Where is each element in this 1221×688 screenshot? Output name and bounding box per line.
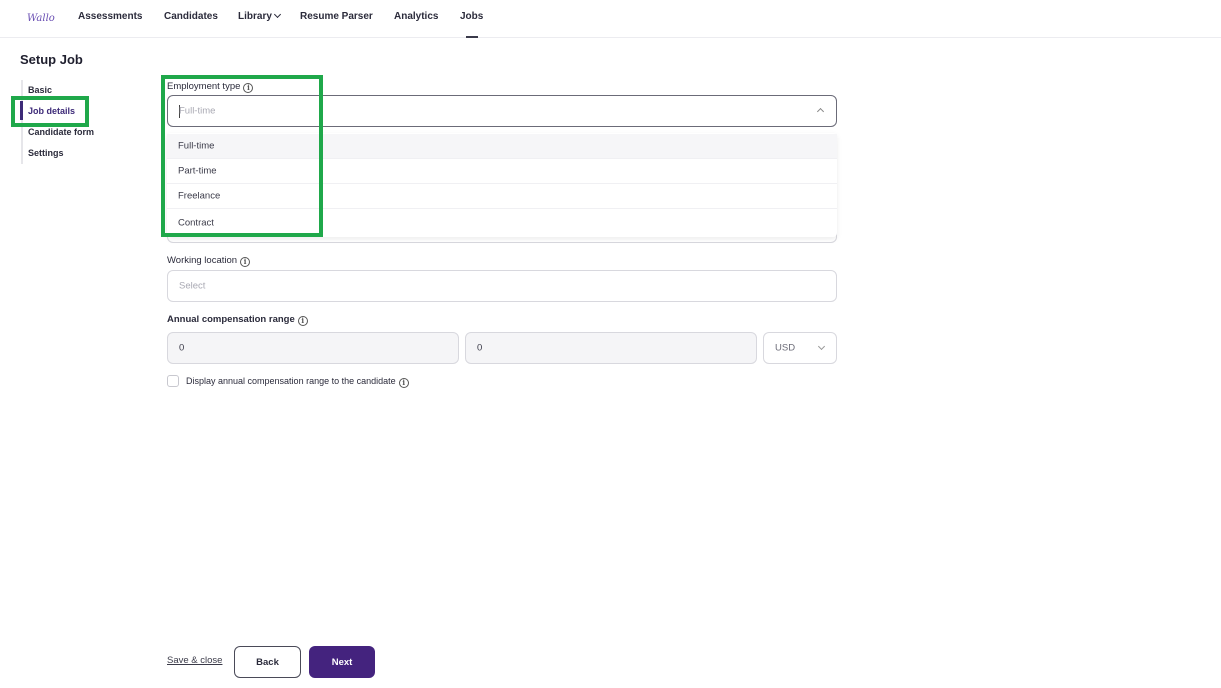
- compensation-label-text: Annual compensation range: [167, 314, 295, 325]
- nav-resume-parser[interactable]: Resume Parser: [300, 11, 373, 22]
- display-compensation-checkbox[interactable]: [167, 375, 179, 387]
- chevron-up-icon: [816, 107, 825, 116]
- employment-type-dropdown: Full-time Part-time Freelance Contract: [167, 133, 837, 237]
- nav-active-indicator: [466, 36, 478, 38]
- dropdown-option-contract[interactable]: Contract: [167, 210, 837, 235]
- nav-candidates[interactable]: Candidates: [164, 11, 218, 22]
- currency-value: USD: [775, 342, 796, 354]
- step-job-details[interactable]: Job details: [28, 106, 75, 116]
- save-close-link[interactable]: Save & close: [167, 655, 222, 666]
- employment-type-select[interactable]: Full-time: [167, 95, 837, 127]
- employment-type-placeholder: Full-time: [179, 105, 216, 117]
- option-label: Part-time: [178, 165, 217, 177]
- nav-analytics[interactable]: Analytics: [394, 11, 438, 22]
- working-location-label: Working location i: [167, 255, 251, 267]
- nav-assessments[interactable]: Assessments: [78, 11, 142, 22]
- option-label: Freelance: [178, 190, 221, 202]
- logo-text: Wallo: [27, 13, 55, 24]
- option-label: Contract: [178, 217, 214, 228]
- nav-library[interactable]: Library: [238, 10, 281, 22]
- chevron-down-icon: [273, 10, 281, 19]
- option-label: Full-time: [178, 140, 215, 152]
- employment-type-label: Employment type i: [167, 81, 254, 93]
- brand-logo[interactable]: Wallo: [26, 8, 60, 26]
- next-button[interactable]: Next: [309, 646, 375, 678]
- compensation-label: Annual compensation range i: [167, 314, 308, 326]
- step-basic[interactable]: Basic: [28, 85, 52, 95]
- display-compensation-label: Display annual compensation range to the…: [186, 376, 409, 388]
- dropdown-option-full-time[interactable]: Full-time: [167, 134, 837, 159]
- compensation-min-input[interactable]: 0: [167, 332, 459, 364]
- info-icon[interactable]: i: [297, 316, 308, 326]
- info-icon[interactable]: i: [240, 257, 251, 267]
- compensation-max-input[interactable]: 0: [465, 332, 757, 364]
- dropdown-option-freelance[interactable]: Freelance: [167, 184, 837, 209]
- nav-jobs[interactable]: Jobs: [460, 11, 483, 22]
- working-location-select[interactable]: Select: [167, 270, 837, 302]
- compensation-max-value: 0: [477, 342, 483, 354]
- top-navigation: Wallo Assessments Candidates Library Res…: [0, 0, 1221, 38]
- employment-type-label-text: Employment type: [167, 81, 241, 92]
- step-candidate-form[interactable]: Candidate form: [28, 127, 94, 137]
- steps-track: [21, 80, 23, 164]
- active-step-marker: [20, 101, 23, 120]
- working-location-label-text: Working location: [167, 255, 238, 266]
- step-settings[interactable]: Settings: [28, 148, 64, 158]
- dropdown-option-part-time[interactable]: Part-time: [167, 159, 837, 184]
- currency-select[interactable]: USD: [763, 332, 837, 364]
- page-title: Setup Job: [20, 52, 83, 67]
- working-location-placeholder: Select: [179, 280, 206, 292]
- chevron-down-icon: [817, 342, 826, 351]
- back-button[interactable]: Back: [234, 646, 301, 678]
- compensation-min-value: 0: [179, 342, 185, 354]
- display-compensation-label-text: Display annual compensation range to the…: [186, 376, 396, 386]
- info-icon[interactable]: i: [243, 83, 254, 93]
- info-icon[interactable]: i: [398, 378, 409, 388]
- nav-library-label: Library: [238, 11, 272, 22]
